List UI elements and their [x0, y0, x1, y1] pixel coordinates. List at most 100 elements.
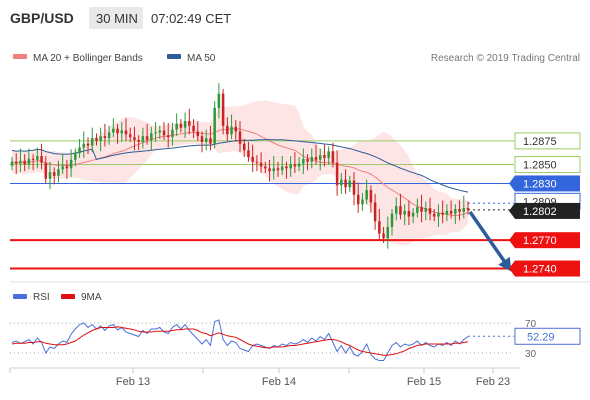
candle-body	[361, 199, 364, 205]
candle-body	[171, 129, 174, 138]
candle-body	[340, 179, 343, 186]
candle-body	[416, 207, 419, 213]
candle-body	[344, 179, 347, 188]
candle-body	[276, 168, 280, 171]
candle-body	[69, 159, 73, 169]
candle-body	[255, 161, 259, 163]
candle-body	[327, 151, 330, 158]
candle-body	[424, 208, 428, 212]
rsi-current-label: 52.29	[527, 331, 555, 343]
candle-body	[137, 139, 140, 142]
ma9-legend-label: 9MA	[81, 292, 102, 303]
candle-body	[297, 163, 301, 167]
candle-body	[36, 156, 39, 160]
candle-body	[454, 208, 457, 214]
candle-body	[352, 180, 356, 195]
level-label-pointer	[509, 202, 515, 219]
candle-body	[150, 133, 153, 140]
candle-body	[120, 130, 124, 134]
x-axis-label: Feb 15	[407, 376, 441, 388]
candle-body	[40, 156, 43, 163]
credit-label: Research © 2019 Trading Central	[431, 53, 580, 64]
candle-body	[238, 131, 242, 144]
candle-body	[31, 158, 35, 160]
candle-body	[44, 162, 48, 179]
candle-body	[145, 136, 149, 140]
timeframe-label: 30 MIN	[96, 11, 138, 26]
level-label-pointer	[509, 175, 515, 192]
level-labels: 1.28751.28501.28301.28091.28021.27701.27…	[509, 132, 581, 277]
candle-body	[264, 166, 267, 169]
candle-body	[209, 138, 212, 144]
candle-body	[116, 128, 119, 134]
candle-body	[61, 166, 64, 170]
candle-body	[234, 126, 238, 132]
candle-body	[420, 207, 423, 212]
candle-body	[356, 194, 360, 205]
candle-body	[196, 131, 200, 137]
candle-body	[99, 136, 102, 141]
candle-body	[133, 137, 136, 140]
pair-title: GBP/USD	[10, 10, 74, 26]
candle-body	[251, 156, 254, 162]
rsi-tick-label: 30	[525, 349, 537, 360]
candle-body	[394, 206, 398, 214]
candle-body	[335, 162, 339, 186]
candle-body	[141, 136, 145, 142]
candle-body	[188, 121, 191, 126]
candle-body	[306, 158, 309, 162]
x-axis-label: Feb 14	[262, 376, 296, 388]
candle-body	[10, 161, 14, 166]
rsi-ma9-line	[11, 326, 469, 356]
candle-body	[411, 212, 415, 217]
candle-body	[90, 138, 94, 146]
candle-body	[179, 123, 183, 128]
candle-body	[331, 151, 335, 163]
candle-body	[86, 143, 90, 146]
ma50-legend-swatch	[167, 54, 181, 59]
candle-body	[221, 93, 225, 126]
candle-body	[369, 190, 373, 203]
candle-body	[318, 155, 322, 160]
candle-body	[19, 160, 22, 164]
candle-body	[65, 166, 69, 169]
candle-body	[166, 135, 170, 138]
candle-body	[242, 143, 246, 151]
candle-body	[289, 164, 292, 169]
candle-body	[323, 155, 326, 158]
candle-body	[403, 210, 406, 215]
candle-body	[462, 208, 466, 212]
rsi-legend-swatch	[13, 294, 27, 299]
candle-body	[103, 136, 107, 139]
forecast-arrow	[468, 210, 512, 272]
candle-body	[213, 107, 216, 144]
x-axis-label: Feb 13	[116, 376, 150, 388]
level-label: 1.2830	[523, 178, 557, 190]
candle-body	[259, 162, 263, 167]
ma9-legend-swatch	[61, 294, 75, 299]
x-axis: Feb 13 Feb 14 Feb 15 Feb 23	[9, 368, 510, 388]
candle-body	[95, 138, 98, 141]
x-axis-label: Feb 23	[476, 376, 510, 388]
level-label: 1.2875	[523, 136, 557, 148]
candle-body	[128, 134, 132, 138]
candle-body	[285, 166, 288, 169]
candle-body	[204, 138, 208, 142]
candle-body	[441, 212, 444, 215]
candle-body	[154, 132, 157, 134]
candle-body	[272, 168, 276, 172]
candle-body	[390, 213, 394, 227]
candle-body	[183, 121, 187, 128]
candle-body	[386, 226, 390, 239]
rsi-panel: 703052.29	[10, 319, 581, 361]
timestamp-label: 07:02:49 CET	[151, 11, 231, 26]
candle-body	[74, 153, 77, 160]
level-label: 1.2770	[523, 235, 557, 247]
candle-body	[407, 210, 411, 217]
rsi-line	[11, 319, 469, 361]
candle-body	[373, 202, 377, 222]
candle-body	[247, 150, 250, 157]
candle-body	[428, 208, 432, 214]
candle-body	[230, 126, 233, 135]
candle-body	[437, 212, 440, 217]
